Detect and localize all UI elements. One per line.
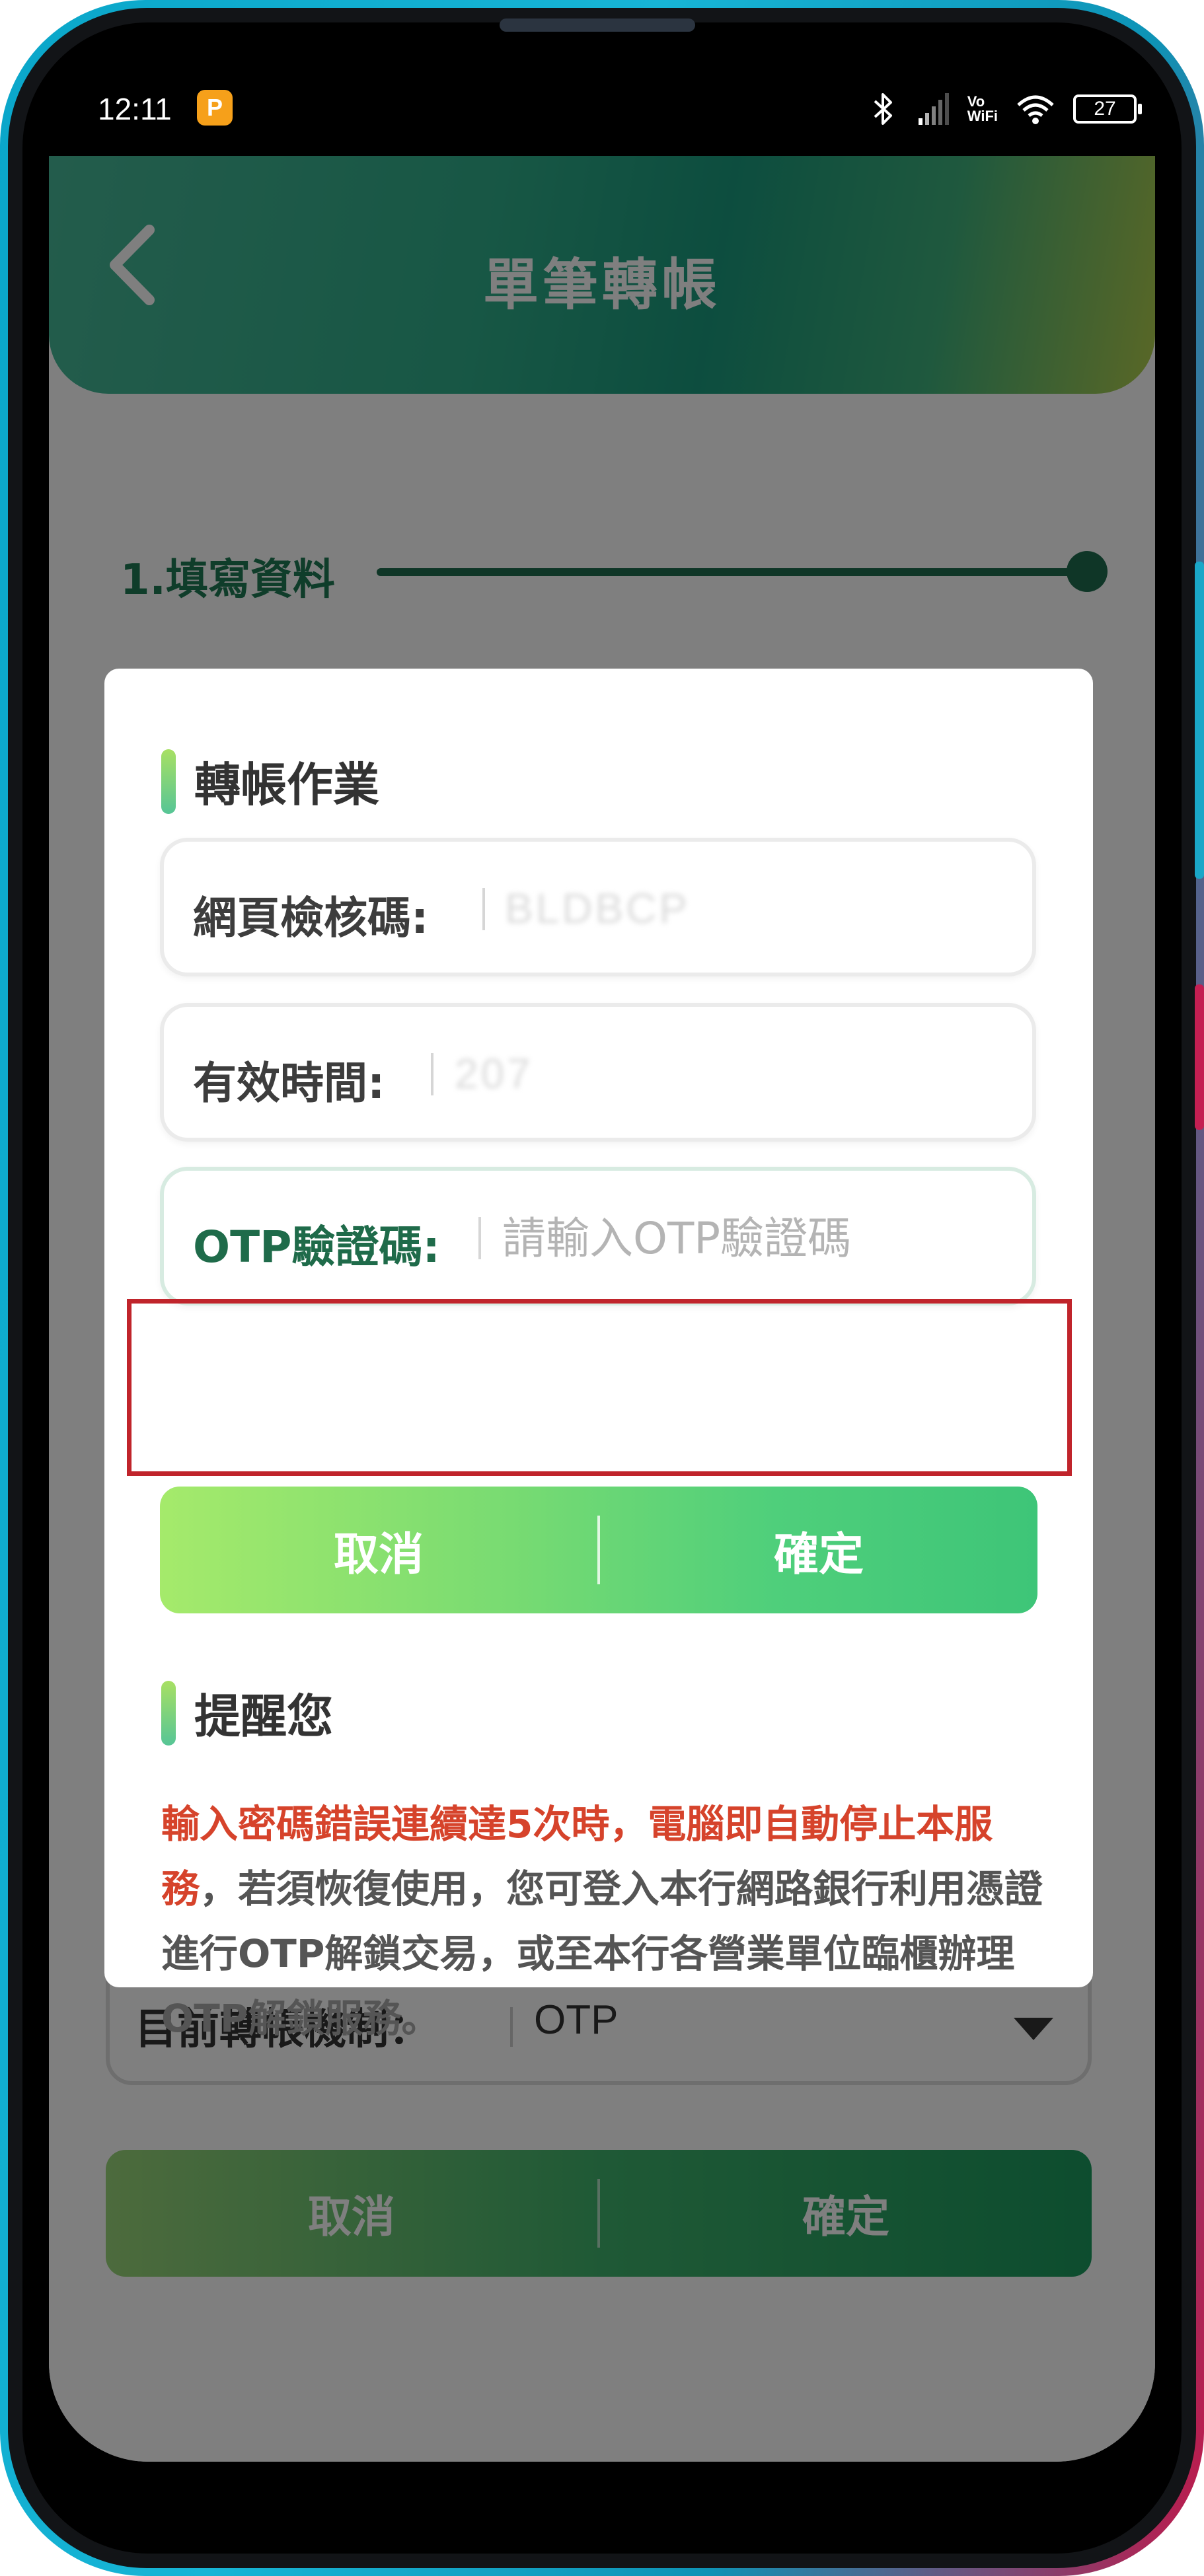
field-separator bbox=[482, 888, 485, 930]
app-screen: 單筆轉帳 1.填寫資料 目前轉帳機制： OTP 取消 確定 轉帳作業 網頁檢核碼… bbox=[49, 156, 1155, 2462]
status-icons: Vo WiFi 27 bbox=[867, 86, 1142, 132]
field-separator bbox=[431, 1053, 433, 1095]
vowifi-line1: Vo bbox=[967, 93, 985, 110]
battery-icon: 27 bbox=[1073, 94, 1142, 124]
dialog-cancel-button[interactable]: 取消 bbox=[160, 1518, 597, 1583]
status-bar: 12:11 P Vo WiFi 27 bbox=[53, 79, 1150, 139]
notification-app-icon: P bbox=[197, 90, 233, 126]
reminder-text: 輸入密碼錯誤連續達5次時，電腦即自動停止本服務，若須恢復使用，您可登入本行網路銀… bbox=[161, 1792, 1047, 2051]
otp-field[interactable]: OTP驗證碼: bbox=[160, 1167, 1036, 1306]
volume-button bbox=[1195, 562, 1204, 879]
section-transfer-heading: 轉帳作業 bbox=[161, 748, 379, 815]
reminder-title: 提醒您 bbox=[194, 1689, 333, 1744]
otp-label: OTP驗證碼: bbox=[193, 1222, 440, 1272]
vowifi-icon: Vo WiFi bbox=[967, 94, 998, 124]
earpiece-speaker bbox=[500, 18, 695, 32]
otp-input[interactable] bbox=[502, 1205, 1004, 1271]
section-reminder-heading: 提醒您 bbox=[161, 1679, 333, 1746]
reminder-body: ，若須恢復使用，您可登入本行網路銀行利用憑證進行OTP解鎖交易，或至本行各營業單… bbox=[161, 1866, 1043, 2041]
signal-icon bbox=[918, 93, 949, 125]
web-check-code-field: 網頁檢核碼: BLDBCP bbox=[160, 838, 1036, 976]
dialog-confirm-button[interactable]: 確定 bbox=[600, 1518, 1037, 1583]
wifi-icon bbox=[1017, 95, 1054, 124]
section-transfer-title: 轉帳作業 bbox=[194, 758, 379, 812]
otp-highlight-box bbox=[127, 1299, 1072, 1476]
power-button bbox=[1195, 984, 1204, 1130]
bluetooth-icon bbox=[874, 93, 892, 125]
web-check-code-label: 網頁檢核碼: bbox=[193, 893, 429, 943]
vowifi-line2: WiFi bbox=[967, 108, 998, 124]
valid-time-value: 207 bbox=[455, 1050, 533, 1097]
valid-time-label: 有效時間: bbox=[193, 1058, 385, 1109]
status-time: 12:11 bbox=[98, 92, 172, 126]
web-check-code-value: BLDBCP bbox=[505, 885, 691, 932]
valid-time-field: 有效時間: 207 bbox=[160, 1003, 1036, 1142]
dialog-action-bar: 取消 確定 bbox=[160, 1487, 1037, 1613]
section-accent-bar bbox=[161, 749, 176, 814]
section-accent-bar bbox=[161, 1680, 176, 1746]
field-separator bbox=[478, 1217, 481, 1259]
otp-dialog: 轉帳作業 網頁檢核碼: BLDBCP 有效時間: 207 OTP驗證碼: 取消 … bbox=[104, 669, 1093, 2041]
